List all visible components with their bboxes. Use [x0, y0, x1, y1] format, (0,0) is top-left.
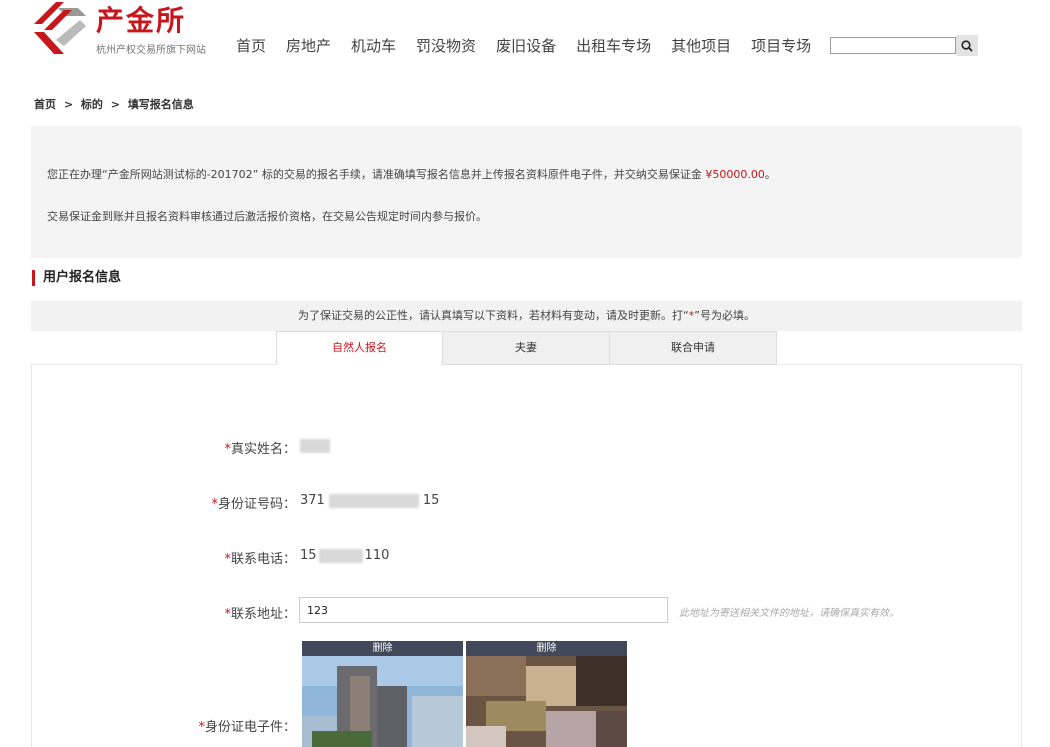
registration-tabs: 自然人报名 夫妻 联合申请 — [276, 331, 777, 365]
redacted-block — [318, 548, 363, 563]
delete-button[interactable]: 删除 — [302, 641, 463, 656]
idcard-label-text: 身份证电子件： — [204, 720, 296, 735]
nav-item-other[interactable]: 其他项目 — [671, 36, 731, 56]
tab-couple[interactable]: 夫妻 — [443, 331, 610, 365]
phone-label: *联系电话： — [0, 548, 296, 567]
id-value: 371 15 — [300, 493, 439, 508]
deposit-amount: ¥50000.00 — [705, 168, 765, 181]
breadcrumb-lot[interactable]: 标的 — [81, 98, 103, 111]
notice-line-1: 您正在办理“产金所网站测试标的-201702” 标的交易的报名手续，请准确填写报… — [47, 166, 776, 182]
phone-prefix: 15 — [300, 548, 317, 563]
logo-name: 产金所 — [96, 4, 187, 37]
idcard-photo-back: 删除 — [466, 641, 627, 747]
phone-value: 15 110 — [300, 548, 389, 563]
redacted-block — [328, 493, 419, 508]
name-label: *真实姓名： — [0, 438, 296, 457]
address-hint: 此地址为寄送相关文件的地址，请确保真实有效。 — [679, 608, 899, 619]
tip-text: 为了保证交易的公正性，请认真填写以下资料，若材料有变动，请及时更新。打“ — [298, 309, 689, 322]
logo-subtitle: 杭州产权交易所旗下网站 — [96, 45, 206, 56]
tab-joint[interactable]: 联合申请 — [610, 331, 777, 365]
breadcrumb-home[interactable]: 首页 — [34, 98, 56, 111]
breadcrumb-current: 填写报名信息 — [127, 98, 194, 111]
nav-item-real-estate[interactable]: 房地产 — [286, 36, 331, 56]
name-value — [300, 438, 330, 453]
id-label-text: 身份证号码： — [217, 497, 296, 512]
search-input[interactable] — [830, 37, 956, 54]
required-tip: 为了保证交易的公正性，请认真填写以下资料，若材料有变动，请及时更新。打“*”号为… — [31, 301, 1022, 331]
idcard-image — [466, 656, 627, 747]
idcard-photo-front: 删除 — [302, 641, 463, 747]
address-label: *联系地址： — [0, 603, 296, 622]
phone-suffix: 110 — [364, 548, 390, 563]
id-prefix: 371 — [300, 493, 325, 508]
main-nav: 首页 房地产 机动车 罚没物资 废旧设备 出租车专场 其他项目 项目专场 — [236, 36, 831, 56]
notice-punct: 。 — [764, 168, 776, 181]
tip-text-end: ”号为必填。 — [694, 309, 755, 322]
delete-button[interactable]: 删除 — [466, 641, 627, 656]
phone-label-text: 联系电话： — [230, 552, 296, 567]
nav-item-confiscated[interactable]: 罚没物资 — [416, 36, 476, 56]
address-label-text: 联系地址： — [230, 607, 296, 622]
idcard-image — [302, 656, 463, 747]
notice-line-2: 交易保证金到账并且报名资料审核通过后激活报价资格，在交易公告规定时间内参与报价。 — [47, 210, 487, 223]
tab-individual[interactable]: 自然人报名 — [276, 331, 443, 365]
logo-mark-icon — [34, 2, 86, 54]
breadcrumb-separator: > — [63, 98, 74, 111]
nav-item-vehicles[interactable]: 机动车 — [351, 36, 396, 56]
redacted-block — [300, 438, 330, 453]
breadcrumb: 首页 > 标的 > 填写报名信息 — [34, 96, 198, 112]
search-icon — [961, 39, 973, 52]
nav-item-special[interactable]: 项目专场 — [751, 36, 811, 56]
address-input[interactable] — [299, 597, 668, 623]
search-button[interactable] — [956, 35, 978, 56]
idcard-label: *身份证电子件： — [0, 716, 296, 735]
nav-item-equipment[interactable]: 废旧设备 — [496, 36, 556, 56]
section-title: 用户报名信息 — [32, 270, 121, 286]
id-label: *身份证号码： — [0, 493, 296, 512]
notice-text: 您正在办理“产金所网站测试标的-201702” 标的交易的报名手续，请准确填写报… — [47, 168, 706, 181]
id-suffix: 15 — [422, 493, 440, 508]
notice-box: 您正在办理“产金所网站测试标的-201702” 标的交易的报名手续，请准确填写报… — [31, 126, 1022, 258]
site-logo[interactable]: 产金所 杭州产权交易所旗下网站 — [34, 2, 224, 60]
breadcrumb-separator: > — [110, 98, 120, 111]
nav-item-taxi[interactable]: 出租车专场 — [576, 36, 651, 56]
name-label-text: 真实姓名： — [230, 442, 296, 457]
nav-item-home[interactable]: 首页 — [236, 36, 266, 56]
